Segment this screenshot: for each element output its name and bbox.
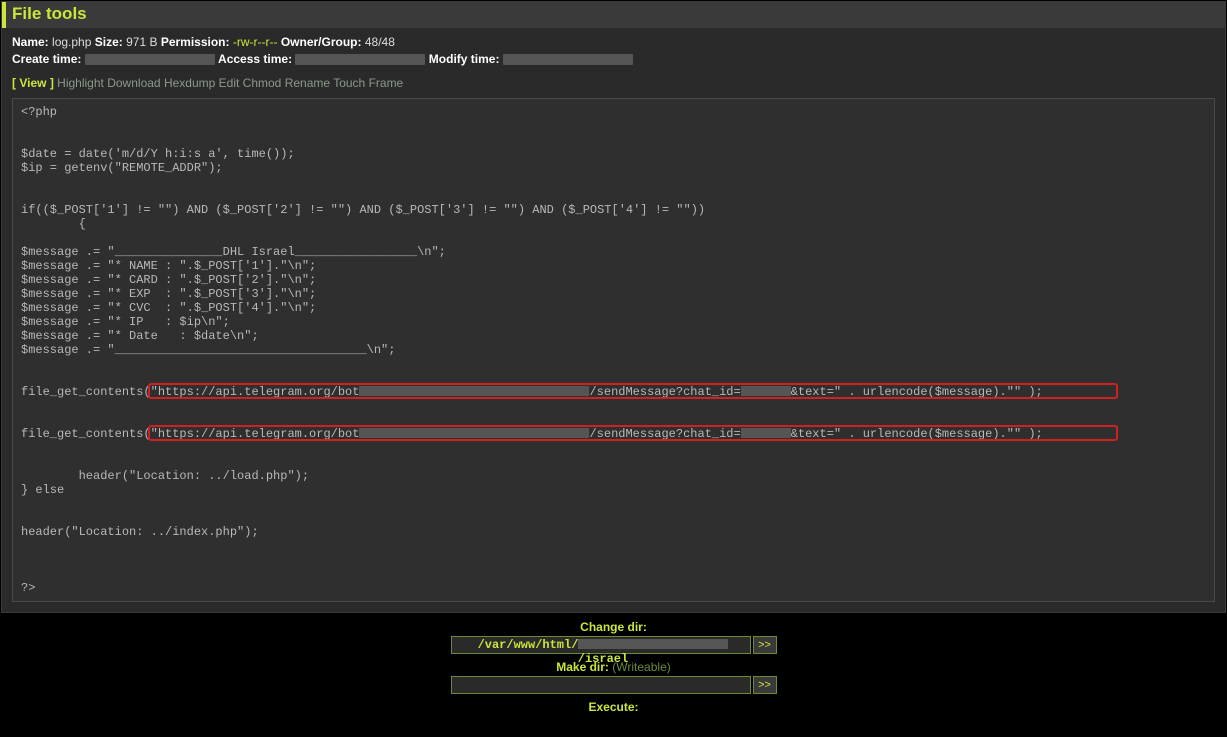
chmod-action[interactable]: Chmod <box>243 76 282 90</box>
access-time-label: Access time: <box>218 52 292 66</box>
file-meta: Name: log.php Size: 971 B Permission: -r… <box>2 28 1225 72</box>
touch-action[interactable]: Touch <box>333 76 365 90</box>
modify-time-value <box>503 54 633 65</box>
file-contents: <?php $date = date('m/d/Y h:i:s a', time… <box>21 105 1206 595</box>
code-viewer: <?php $date = date('m/d/Y h:i:s a', time… <box>12 98 1215 602</box>
size-value: 971 B <box>126 35 157 49</box>
make-dir-label: Make dir: <box>556 660 609 674</box>
modify-time-label: Modify time: <box>429 52 500 66</box>
frame-action[interactable]: Frame <box>369 76 404 90</box>
change-dir-input[interactable] <box>451 636 751 654</box>
writeable-indicator: (Writeable) <box>612 660 670 674</box>
name-value: log.php <box>52 35 91 49</box>
name-label: Name: <box>12 35 49 49</box>
footer-controls: Change dir: /var/www/html//israel >> Mak… <box>0 614 1227 718</box>
file-actions: [ View ] Highlight Download Hexdump Edit… <box>2 72 1225 96</box>
permission-value: -rw-r--r-- <box>233 35 278 49</box>
change-dir-go-button[interactable]: >> <box>753 636 777 654</box>
view-action-bracket: [ View ] <box>12 76 54 90</box>
download-action[interactable]: Download <box>107 76 160 90</box>
size-label: Size: <box>95 35 123 49</box>
highlight-action[interactable]: Highlight <box>57 76 104 90</box>
panel-title: File tools <box>2 2 1225 28</box>
hexdump-action[interactable]: Hexdump <box>164 76 215 90</box>
access-time-value <box>295 54 425 65</box>
make-dir-input[interactable] <box>451 676 751 694</box>
create-time-value <box>85 54 215 65</box>
execute-label: Execute: <box>0 700 1227 714</box>
owner-value: 48/48 <box>365 35 395 49</box>
rename-action[interactable]: Rename <box>285 76 330 90</box>
permission-label: Permission: <box>161 35 230 49</box>
create-time-label: Create time: <box>12 52 81 66</box>
view-action[interactable]: View <box>19 76 46 90</box>
owner-label: Owner/Group: <box>281 35 362 49</box>
edit-action[interactable]: Edit <box>219 76 240 90</box>
make-dir-go-button[interactable]: >> <box>753 676 777 694</box>
change-dir-label: Change dir: <box>0 620 1227 634</box>
